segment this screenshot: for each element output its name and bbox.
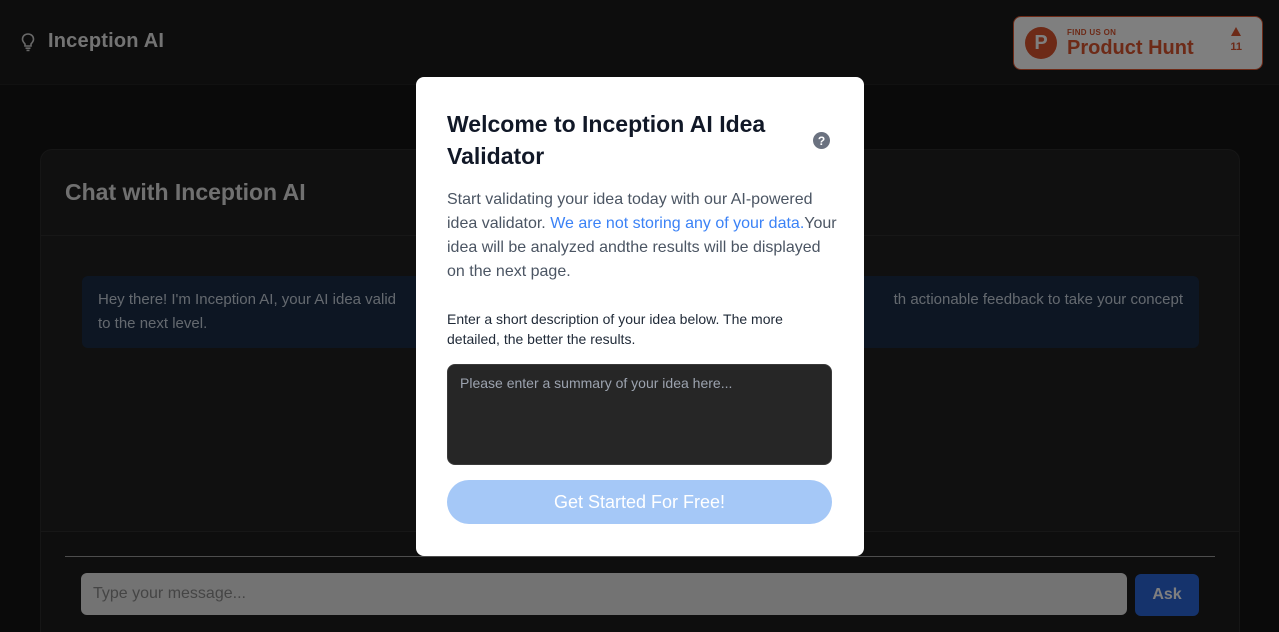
welcome-modal: Welcome to Inception AI Idea Validator ?… xyxy=(416,77,864,556)
modal-description: Start validating your idea today with ou… xyxy=(447,188,837,284)
modal-title: Welcome to Inception AI Idea Validator xyxy=(447,111,766,169)
page: Inception AI P FIND US ON Product Hunt 1… xyxy=(0,0,1279,632)
get-started-button[interactable]: Get Started For Free! xyxy=(447,480,832,524)
help-icon[interactable]: ? xyxy=(813,132,830,149)
privacy-link[interactable]: We are not storing any of your data. xyxy=(550,215,804,232)
idea-input-hint: Enter a short description of your idea b… xyxy=(447,311,783,347)
idea-summary-input[interactable] xyxy=(447,364,832,465)
